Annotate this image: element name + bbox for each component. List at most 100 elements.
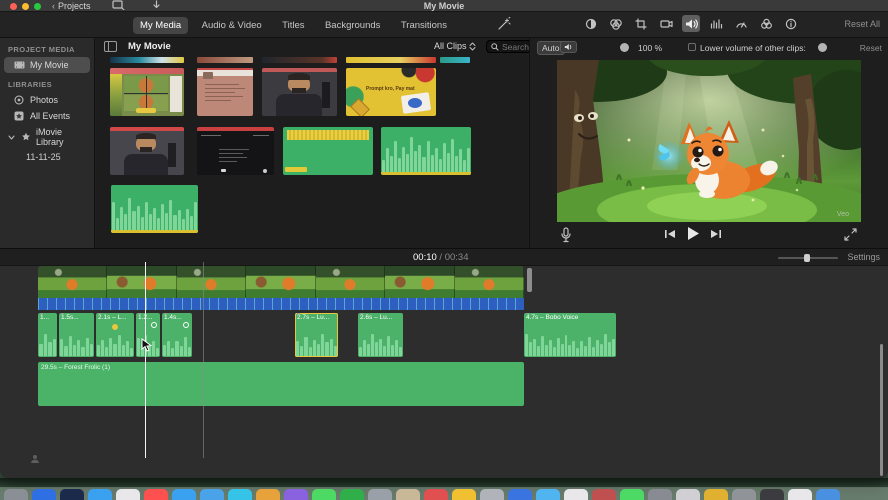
- dock-app-icon[interactable]: [480, 489, 504, 500]
- audio-clip[interactable]: 1.5s...: [59, 313, 94, 357]
- search-placeholder: Search: [502, 41, 529, 52]
- dock-app-icon[interactable]: [648, 489, 672, 500]
- dock-app-icon[interactable]: [340, 489, 364, 500]
- video-thumbnail-presenter-recording[interactable]: [110, 127, 184, 175]
- disclosure-chevron-icon[interactable]: [8, 135, 16, 140]
- color-correction-icon[interactable]: [607, 15, 625, 32]
- noise-reduction-icon[interactable]: [707, 15, 725, 32]
- dock-app-icon[interactable]: [536, 489, 560, 500]
- video-clip-filmstrip[interactable]: [38, 266, 524, 298]
- dock-app-icon[interactable]: [284, 489, 308, 500]
- playhead[interactable]: [145, 262, 146, 458]
- clip-ring-marker-icon[interactable]: [183, 322, 189, 328]
- speed-icon[interactable]: [732, 15, 750, 32]
- mute-button[interactable]: [560, 41, 577, 53]
- dock-app-icon[interactable]: [424, 489, 448, 500]
- dock-app-icon[interactable]: [508, 489, 532, 500]
- audio-thumbnail-waveform[interactable]: [111, 185, 198, 233]
- crop-icon[interactable]: [632, 15, 650, 32]
- tab-backgrounds[interactable]: Backgrounds: [318, 17, 387, 34]
- timeline-settings-button[interactable]: Settings: [847, 252, 880, 262]
- dock-app-icon[interactable]: [88, 489, 112, 500]
- dock-app-icon[interactable]: [760, 489, 784, 500]
- clip-marker-icon[interactable]: [112, 324, 118, 330]
- dock-app-icon[interactable]: [452, 489, 476, 500]
- dock-app-icon[interactable]: [144, 489, 168, 500]
- audio-thumbnail-clip[interactable]: [283, 127, 373, 175]
- video-preview[interactable]: Veo: [557, 60, 861, 222]
- lower-volume-checkbox[interactable]: [688, 43, 696, 51]
- record-voiceover-icon[interactable]: [560, 227, 572, 243]
- dock-app-icon[interactable]: [228, 489, 252, 500]
- audio-clip[interactable]: 1...: [38, 313, 57, 357]
- dock-app-icon[interactable]: [620, 489, 644, 500]
- timeline-scrollbar[interactable]: [880, 344, 883, 476]
- enhance-wand-icon[interactable]: [497, 17, 511, 31]
- next-frame-button[interactable]: [710, 229, 722, 239]
- fox-preview-frame: Veo: [557, 60, 861, 222]
- sidebar-item-library-date[interactable]: 11-11-25: [0, 150, 94, 164]
- dock-app-icon[interactable]: [816, 489, 840, 500]
- clip-filter-icon[interactable]: [757, 15, 775, 32]
- thumbnail-caption: Prompt kro, Pay mat: [366, 86, 415, 92]
- video-thumbnail-terminal[interactable]: [197, 127, 274, 175]
- timeline-zoom-slider[interactable]: [778, 254, 838, 262]
- audio-clip-selected[interactable]: 2.7s – Lu...: [295, 313, 338, 357]
- thumbnail-sliver[interactable]: [110, 57, 184, 63]
- stabilization-icon[interactable]: [657, 15, 675, 32]
- background-music-clip[interactable]: 29.5s – Forest Frolic (1): [38, 362, 524, 406]
- sidebar-item-my-movie[interactable]: My Movie: [4, 57, 90, 73]
- audio-clip[interactable]: 2.1s – L...: [96, 313, 134, 357]
- clip-ring-marker-icon[interactable]: [151, 322, 157, 328]
- video-thumbnail-presenter[interactable]: [262, 68, 337, 116]
- dock-app-icon[interactable]: [592, 489, 616, 500]
- audio-thumbnail-waveform[interactable]: [381, 127, 471, 175]
- dock-app-icon[interactable]: [312, 489, 336, 500]
- play-button[interactable]: [686, 226, 700, 241]
- info-icon[interactable]: [782, 15, 800, 32]
- sidebar-item-all-events[interactable]: All Events: [4, 108, 90, 124]
- dock-app-icon[interactable]: [200, 489, 224, 500]
- dock-app-icon[interactable]: [704, 489, 728, 500]
- video-thumbnail-document[interactable]: [197, 68, 253, 116]
- dock-app-icon[interactable]: [32, 489, 56, 500]
- fullscreen-icon[interactable]: [844, 228, 857, 241]
- thumbnail-sliver[interactable]: [262, 57, 337, 63]
- sidebar-toggle-icon[interactable]: [104, 41, 117, 52]
- dock-app-icon[interactable]: [4, 489, 28, 500]
- color-balance-icon[interactable]: [582, 15, 600, 32]
- reset-all-button[interactable]: Reset All: [844, 19, 880, 29]
- video-clip-audio-strip[interactable]: [38, 298, 524, 310]
- video-thumbnail-screen-recording[interactable]: [110, 68, 184, 116]
- dock-app-icon[interactable]: [368, 489, 392, 500]
- dock-app-icon[interactable]: [60, 489, 84, 500]
- audio-clip[interactable]: 4.7s – Bobo Voice: [524, 313, 616, 357]
- tab-audio-video[interactable]: Audio & Video: [195, 17, 269, 34]
- dock-app-icon[interactable]: [256, 489, 280, 500]
- sidebar-item-imovie-library[interactable]: iMovie Library: [4, 124, 90, 150]
- thumbnail-sliver[interactable]: [440, 57, 470, 63]
- dock-app-icon[interactable]: [788, 489, 812, 500]
- media-tabs: My Media Audio & Video Titles Background…: [133, 15, 456, 34]
- dock-app-icon[interactable]: [564, 489, 588, 500]
- audio-clip[interactable]: 2.6s – Lu...: [358, 313, 403, 357]
- sidebar-item-photos[interactable]: Photos: [4, 92, 90, 108]
- dock-app-icon[interactable]: [732, 489, 756, 500]
- dock-app-icon[interactable]: [396, 489, 420, 500]
- dock-app-icon[interactable]: [172, 489, 196, 500]
- tab-titles[interactable]: Titles: [275, 17, 311, 34]
- sidebar-item-label: All Events: [30, 111, 71, 121]
- clip-trim-handle[interactable]: [527, 268, 532, 292]
- thumbnail-sliver[interactable]: [197, 57, 253, 63]
- video-thumbnail-yellow-promo[interactable]: Prompt kro, Pay mat: [346, 68, 436, 116]
- volume-icon[interactable]: [682, 15, 700, 32]
- audio-clip[interactable]: 1.4s...: [162, 313, 192, 357]
- tab-transitions[interactable]: Transitions: [394, 17, 454, 34]
- volume-reset-button[interactable]: Reset: [860, 43, 882, 53]
- dock-app-icon[interactable]: [116, 489, 140, 500]
- tab-my-media[interactable]: My Media: [133, 17, 189, 34]
- previous-frame-button[interactable]: [664, 229, 676, 239]
- dock-app-icon[interactable]: [676, 489, 700, 500]
- all-clips-dropdown[interactable]: All Clips: [434, 41, 476, 51]
- thumbnail-sliver[interactable]: [346, 57, 436, 63]
